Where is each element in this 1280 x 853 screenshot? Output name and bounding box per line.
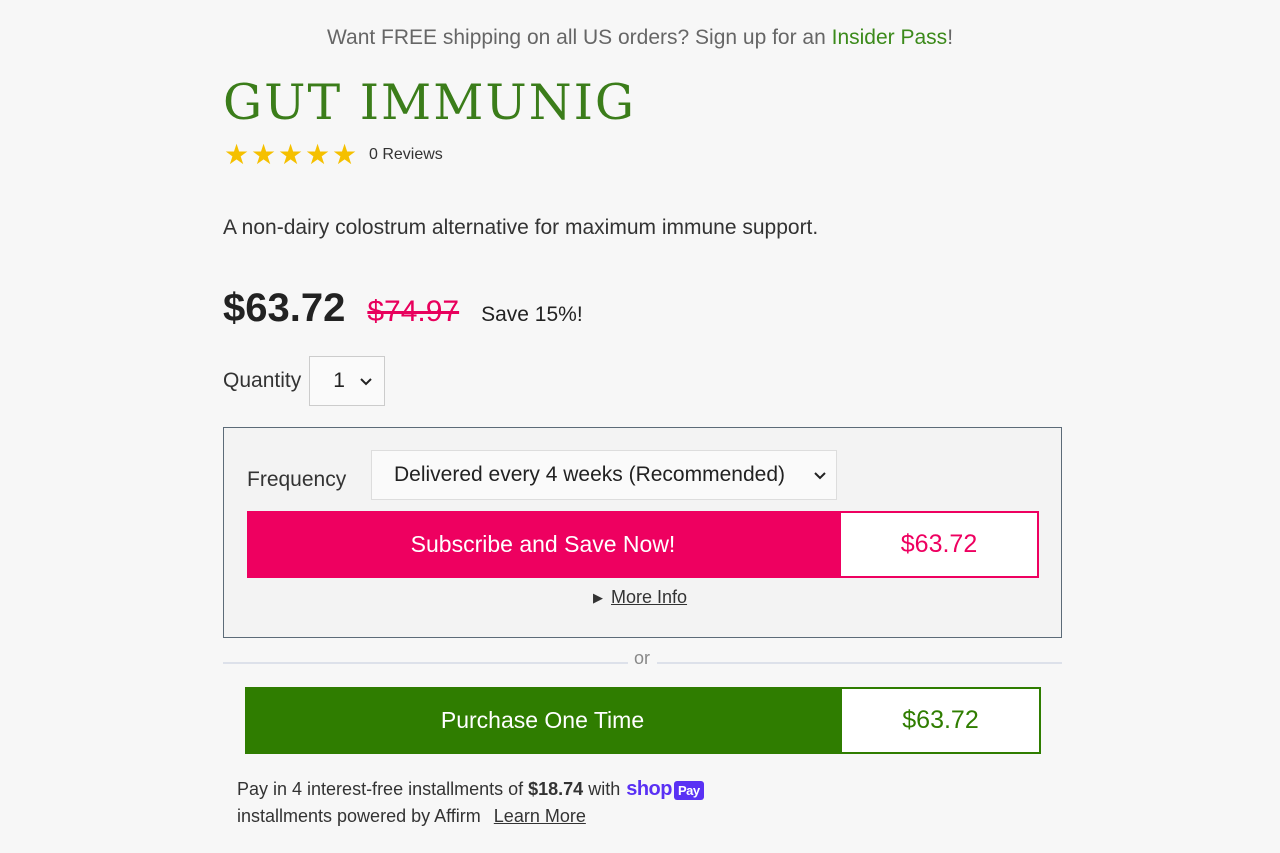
triangle-right-icon: ▶ — [593, 589, 603, 605]
banner-text: Want FREE shipping on all US orders? Sig… — [326, 26, 832, 49]
subscription-box: Frequency Delivered every 4 weeks (Recom… — [223, 427, 1062, 638]
frequency-select[interactable]: Delivered every 4 weeks (Recommended) — [371, 450, 837, 500]
star-icon: ★ — [278, 139, 304, 170]
star-icon: ★ — [251, 139, 277, 170]
star-icon: ★ — [305, 139, 331, 170]
affirm-text: installments powered by Affirm — [237, 806, 481, 826]
product-description: A non-dairy colostrum alternative for ma… — [223, 216, 819, 239]
purchase-button-price[interactable]: $63.72 — [840, 687, 1041, 754]
divider-line — [223, 662, 628, 664]
savings-text: Save 15%! — [481, 303, 583, 326]
divider-text: or — [634, 648, 651, 668]
banner-suffix: ! — [947, 26, 954, 49]
frequency-value: Delivered every 4 weeks (Recommended) — [394, 463, 785, 486]
installment-amount: $18.74 — [528, 779, 584, 799]
reviews-count[interactable]: 0 Reviews — [369, 146, 443, 164]
quantity-value: 1 — [333, 369, 345, 392]
affirm-info: installments powered by Affirm Learn Mor… — [237, 806, 586, 827]
shop-pay-logo[interactable]: shop Pay — [626, 778, 704, 801]
current-price: $63.72 — [223, 286, 346, 330]
product-title: GUT IMMUNIG — [223, 74, 637, 131]
divider-line — [657, 662, 1062, 664]
product-rating[interactable]: ★ ★ ★ ★ ★ 0 Reviews — [224, 141, 443, 169]
original-price: $74.97 — [367, 295, 460, 328]
more-info-toggle[interactable]: ▶ More Info — [593, 587, 687, 608]
learn-more-link[interactable]: Learn More — [494, 806, 586, 826]
subscribe-button-price[interactable]: $63.72 — [839, 511, 1039, 578]
installments-info: Pay in 4 interest-free installments of $… — [237, 778, 704, 801]
star-rating: ★ ★ ★ ★ ★ — [224, 141, 359, 169]
subscribe-button-label[interactable]: Subscribe and Save Now! — [247, 511, 839, 578]
shop-logo-text: shop — [626, 778, 672, 800]
installments-prefix: Pay in 4 interest-free installments of — [237, 779, 524, 799]
shipping-banner: Want FREE shipping on all US orders? Sig… — [0, 26, 1280, 50]
more-info-link[interactable]: More Info — [611, 587, 687, 608]
star-icon: ★ — [332, 139, 358, 170]
price-row: $63.72 $74.97 Save 15%! — [223, 286, 583, 331]
purchase-one-time-button[interactable]: Purchase One Time $63.72 — [245, 687, 1041, 754]
installments-with: with — [588, 779, 621, 799]
quantity-row: Quantity 1 — [223, 356, 386, 406]
or-divider: or — [223, 648, 1062, 668]
star-icon: ★ — [224, 139, 250, 170]
subscribe-button[interactable]: Subscribe and Save Now! $63.72 — [247, 511, 1039, 578]
chevron-down-icon — [360, 373, 372, 389]
frequency-label: Frequency — [247, 468, 347, 491]
chevron-down-icon — [814, 467, 826, 483]
insider-pass-link[interactable]: Insider Pass — [832, 26, 948, 49]
purchase-button-label[interactable]: Purchase One Time — [245, 687, 840, 754]
pay-badge: Pay — [674, 781, 704, 800]
quantity-select[interactable]: 1 — [309, 356, 386, 406]
quantity-label: Quantity — [223, 369, 302, 392]
